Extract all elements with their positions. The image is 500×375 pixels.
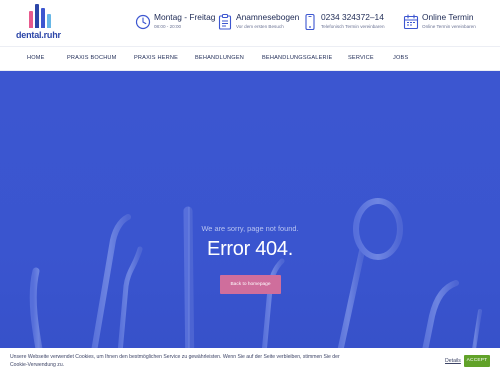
nav-item-praxis-herne[interactable]: PRAXIS HERNE [134,55,178,61]
anamnese-title[interactable]: Anamnesebogen [236,12,299,22]
nav-item-behandlungen[interactable]: BEHANDLUNGEN [195,55,244,61]
cookie-settings-link[interactable]: Details [445,358,461,364]
main-nav: HOME PRAXIS BOCHUM PRAXIS HERNE BEHANDLU… [0,46,500,71]
phone-icon [302,13,318,31]
hours-subtitle: 08:00 - 20:00 [154,24,182,29]
site-logo[interactable]: dental.ruhr [16,4,66,42]
online-title[interactable]: Online Termin [422,12,474,22]
logo-text: dental.ruhr [16,30,61,40]
clock-icon [135,13,151,31]
logo-bar [47,14,51,28]
logo-bar [35,4,39,28]
site-header: dental.ruhr Montag - Freitag 08:00 - 20:… [0,0,500,46]
anamnese-subtitle: Vor dem ersten Besuch [236,24,284,29]
nav-item-home[interactable]: HOME [27,55,45,61]
hours-title: Montag - Freitag [154,12,216,22]
nav-item-jobs[interactable]: JOBS [393,55,408,61]
phone-subtitle: Telefonisch Termin vereinbaren [321,24,385,29]
clipboard-icon [217,13,233,31]
error-hero: We are sorry, page not found. Error 404.… [0,71,500,375]
logo-bar [29,11,33,28]
logo-bars-icon [29,4,55,28]
online-subtitle: Online Termin vereinbaren [422,24,476,29]
calendar-icon [403,13,419,31]
dental-instruments-background [29,198,482,375]
nav-item-behandlungsgalerie[interactable]: BEHANDLUNGSGALERIE [262,55,332,61]
nav-item-praxis-bochum[interactable]: PRAXIS BOCHUM [67,55,117,61]
cookie-accept-button[interactable]: ACCEPT [464,355,490,367]
phone-number[interactable]: 0234 324372–14 [321,12,384,22]
cookie-banner: Unsere Webseite verwendet Cookies, um Ih… [0,348,500,375]
error-subtitle: We are sorry, page not found. [201,224,299,233]
back-to-homepage-button[interactable]: Back to homepage [220,275,281,294]
error-title: Error 404. [207,238,293,260]
cookie-notice-text: Unsere Webseite verwendet Cookies, um Ih… [10,354,340,368]
nav-item-service[interactable]: SERVICE [348,55,374,61]
logo-bar [41,8,45,28]
